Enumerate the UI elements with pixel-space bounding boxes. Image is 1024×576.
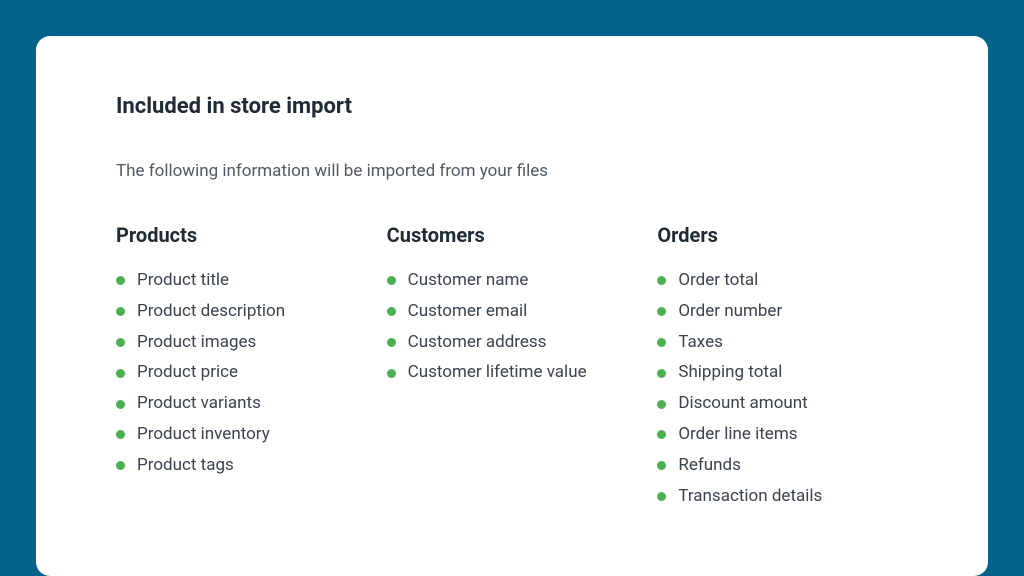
list-products: Product title Product description Produc… (116, 269, 367, 478)
columns-container: Products Product title Product descripti… (116, 223, 908, 515)
list-item: Order total (657, 269, 908, 293)
card-container: Included in store import The following i… (36, 36, 988, 576)
page-title: Included in store import (116, 94, 908, 119)
bullet-icon (657, 276, 666, 285)
bullet-icon (657, 461, 666, 470)
column-title: Orders (657, 223, 908, 247)
item-label: Product description (137, 300, 285, 324)
column-products: Products Product title Product descripti… (116, 223, 367, 515)
item-label: Discount amount (678, 392, 807, 416)
bullet-icon (657, 492, 666, 501)
list-item: Product variants (116, 392, 367, 416)
bullet-icon (657, 369, 666, 378)
list-orders: Order total Order number Taxes Shipping … (657, 269, 908, 508)
item-label: Product inventory (137, 423, 270, 447)
bullet-icon (116, 338, 125, 347)
bullet-icon (657, 430, 666, 439)
item-label: Order number (678, 300, 782, 324)
list-item: Product tags (116, 454, 367, 478)
bullet-icon (387, 369, 396, 378)
item-label: Customer address (408, 331, 547, 355)
item-label: Order total (678, 269, 758, 293)
item-label: Taxes (678, 331, 723, 355)
item-label: Product tags (137, 454, 234, 478)
list-item: Product description (116, 300, 367, 324)
list-item: Discount amount (657, 392, 908, 416)
item-label: Product title (137, 269, 229, 293)
bullet-icon (657, 400, 666, 409)
item-label: Refunds (678, 454, 741, 478)
column-title: Customers (387, 223, 638, 247)
list-item: Refunds (657, 454, 908, 478)
list-customers: Customer name Customer email Customer ad… (387, 269, 638, 385)
item-label: Product images (137, 331, 256, 355)
item-label: Shipping total (678, 361, 782, 385)
item-label: Customer name (408, 269, 529, 293)
bullet-icon (116, 461, 125, 470)
item-label: Customer email (408, 300, 528, 324)
list-item: Customer address (387, 331, 638, 355)
list-item: Product title (116, 269, 367, 293)
column-title: Products (116, 223, 367, 247)
item-label: Customer lifetime value (408, 361, 587, 385)
column-orders: Orders Order total Order number Taxes Sh… (657, 223, 908, 515)
item-label: Product price (137, 361, 238, 385)
bullet-icon (387, 276, 396, 285)
list-item: Order line items (657, 423, 908, 447)
bullet-icon (116, 400, 125, 409)
list-item: Transaction details (657, 485, 908, 509)
page-description: The following information will be import… (116, 161, 908, 181)
item-label: Order line items (678, 423, 797, 447)
bullet-icon (657, 307, 666, 316)
item-label: Product variants (137, 392, 261, 416)
bullet-icon (387, 338, 396, 347)
list-item: Shipping total (657, 361, 908, 385)
bullet-icon (116, 369, 125, 378)
item-label: Transaction details (678, 485, 822, 509)
bullet-icon (387, 307, 396, 316)
list-item: Product images (116, 331, 367, 355)
list-item: Order number (657, 300, 908, 324)
bullet-icon (116, 276, 125, 285)
list-item: Product price (116, 361, 367, 385)
list-item: Taxes (657, 331, 908, 355)
column-customers: Customers Customer name Customer email C… (387, 223, 638, 515)
bullet-icon (116, 430, 125, 439)
list-item: Product inventory (116, 423, 367, 447)
list-item: Customer email (387, 300, 638, 324)
list-item: Customer lifetime value (387, 361, 638, 385)
bullet-icon (657, 338, 666, 347)
bullet-icon (116, 307, 125, 316)
list-item: Customer name (387, 269, 638, 293)
